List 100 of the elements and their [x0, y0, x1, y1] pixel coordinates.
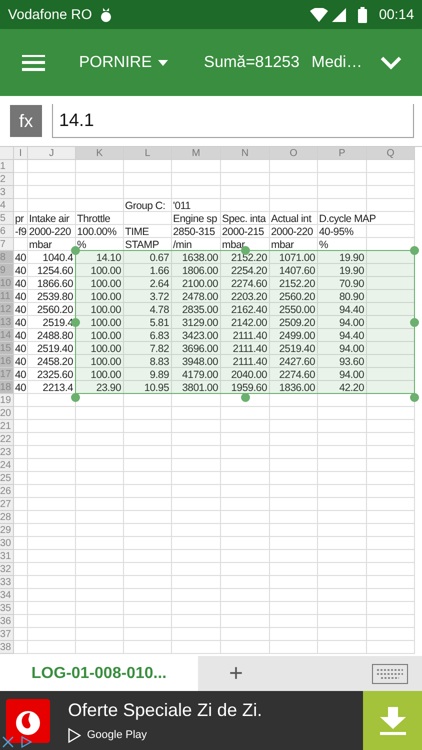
cell-text: 100.00: [90, 291, 121, 303]
table-cell: [318, 485, 367, 498]
table-cell: [221, 524, 270, 537]
cell-text: 2427.60: [279, 356, 315, 368]
table-cell: [172, 524, 221, 537]
chevron-down-icon[interactable]: [380, 56, 402, 70]
column-header[interactable]: J: [28, 147, 76, 160]
row-header[interactable]: 37: [0, 628, 14, 641]
table-cell: [172, 485, 221, 498]
column-header[interactable]: O: [270, 147, 318, 160]
row-header[interactable]: 19: [0, 394, 14, 407]
table-cell: [124, 576, 172, 589]
cell-text: 100.00: [90, 317, 121, 329]
row-header[interactable]: 32: [0, 563, 14, 576]
row-header[interactable]: 3: [0, 186, 14, 199]
selection-handle[interactable]: [71, 393, 80, 402]
table-cell: [76, 420, 124, 433]
cell-text: 1071.00: [279, 252, 315, 264]
cell-text: 2499.00: [279, 330, 315, 342]
row-header[interactable]: 2: [0, 173, 14, 186]
cell-text: 1866.60: [37, 278, 73, 290]
row-header[interactable]: 34: [0, 589, 14, 602]
cell-text: Throttle: [77, 213, 110, 225]
table-cell: [124, 407, 172, 420]
row-header[interactable]: 6: [0, 225, 14, 238]
column-header[interactable]: Q: [367, 147, 415, 160]
row-header[interactable]: 1: [0, 160, 14, 173]
row-header[interactable]: 29: [0, 524, 14, 537]
row-header[interactable]: 5: [0, 212, 14, 225]
function-button[interactable]: fx: [10, 105, 42, 137]
table-cell: [367, 641, 415, 654]
selection-handle[interactable]: [410, 318, 419, 326]
row-header[interactable]: 27: [0, 498, 14, 511]
row-header[interactable]: 25: [0, 472, 14, 485]
table-cell: [28, 160, 76, 173]
table-cell: [28, 550, 76, 563]
table-cell: [14, 576, 28, 589]
formula-field[interactable]: 14.1: [52, 104, 414, 138]
cell-text: 10.95: [144, 382, 169, 394]
sheet-tab[interactable]: LOG-01-008-010...: [0, 656, 198, 691]
download-icon: [380, 706, 406, 734]
row-header[interactable]: 33: [0, 576, 14, 589]
row-header[interactable]: 7: [0, 238, 14, 251]
selection-handle[interactable]: [240, 393, 250, 402]
table-cell: [318, 602, 367, 615]
column-header[interactable]: M: [172, 147, 221, 160]
table-cell: [124, 628, 172, 641]
column-header[interactable]: P: [318, 147, 367, 160]
selection-handle[interactable]: [71, 318, 80, 326]
add-sheet-button[interactable]: +: [223, 656, 249, 691]
cell-text: 5.81: [150, 317, 169, 329]
cell-text: 100.00: [90, 369, 121, 381]
table-cell: [318, 160, 367, 173]
row-header[interactable]: 31: [0, 550, 14, 563]
row-header[interactable]: 22: [0, 433, 14, 446]
column-header[interactable]: N: [221, 147, 270, 160]
cell-text: 94.00: [339, 369, 364, 381]
selection-handle[interactable]: [410, 246, 419, 255]
row-header[interactable]: 38: [0, 641, 14, 654]
ad-info-icon[interactable]: [20, 736, 32, 748]
row-header[interactable]: 24: [0, 459, 14, 472]
row-header[interactable]: 36: [0, 615, 14, 628]
row-header[interactable]: 35: [0, 602, 14, 615]
cell-text: 3423.00: [182, 330, 218, 342]
row-header[interactable]: 20: [0, 407, 14, 420]
table-cell: [124, 524, 172, 537]
table-cell: [14, 420, 28, 433]
corner-cell[interactable]: [0, 147, 14, 160]
download-button[interactable]: [363, 691, 422, 750]
column-header[interactable]: K: [76, 147, 124, 160]
row-header[interactable]: 23: [0, 446, 14, 459]
table-cell: [124, 446, 172, 459]
menu-icon[interactable]: [22, 54, 45, 70]
table-cell: [172, 628, 221, 641]
selection-handle[interactable]: [410, 393, 419, 402]
keyboard-icon[interactable]: [372, 664, 408, 684]
table-cell: [367, 186, 415, 199]
cell-text: 2000-220: [29, 226, 71, 238]
column-header[interactable]: L: [124, 147, 172, 160]
table-cell: [221, 472, 270, 485]
column-header[interactable]: I: [14, 147, 28, 160]
ad-banner[interactable]: Oferte Speciale Zi de Zi. Google Play: [0, 691, 422, 750]
table-cell: [14, 589, 28, 602]
close-icon[interactable]: [2, 736, 14, 748]
table-cell: [270, 589, 318, 602]
table-cell: [124, 563, 172, 576]
row-header[interactable]: 30: [0, 537, 14, 550]
table-cell: [172, 589, 221, 602]
table-cell: [28, 433, 76, 446]
row-header[interactable]: 26: [0, 485, 14, 498]
cell-text: 3.72: [150, 291, 169, 303]
row-header[interactable]: 4: [0, 199, 14, 212]
ribbon-dropdown[interactable]: PORNIRE: [79, 50, 168, 74]
row-header[interactable]: 28: [0, 511, 14, 524]
table-cell: [124, 550, 172, 563]
cell-text: 7.82: [150, 343, 169, 355]
row-header[interactable]: 21: [0, 420, 14, 433]
table-cell: [318, 407, 367, 420]
table-cell: [76, 524, 124, 537]
cell-text: 94.40: [339, 304, 364, 316]
